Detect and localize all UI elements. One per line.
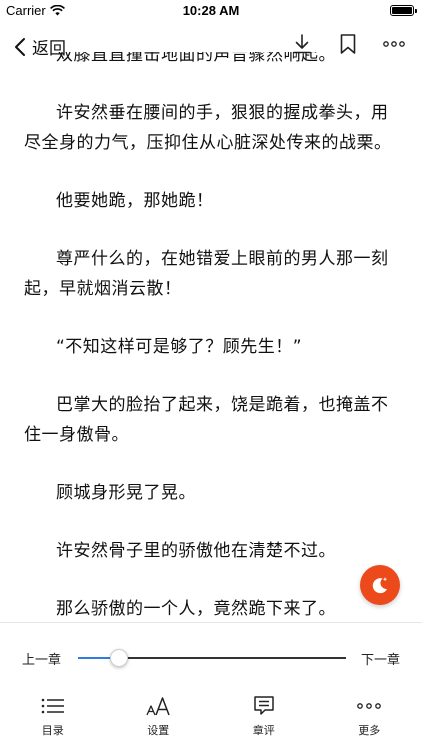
bottom-toolbar: 目录 设置 章评 更多 [0, 688, 422, 750]
paragraph: 巴掌大的脸抬了起来，饶是跪着，也掩盖不住一身傲骨。 [24, 395, 389, 445]
prev-chapter-button[interactable]: 上一章 [22, 649, 61, 668]
battery-icon [390, 5, 417, 16]
divider [0, 622, 422, 623]
tab-label: 章评 [252, 724, 275, 737]
status-time: 10:28 AM [182, 3, 240, 18]
more-horizontal-icon [383, 41, 405, 47]
progress-slider[interactable] [78, 649, 346, 667]
more-icon [357, 703, 382, 709]
paragraph: “不知这样可是够了？顾先生！” [56, 337, 303, 357]
paragraph: 顾城身形晃了晃。 [56, 483, 196, 503]
tab-label: 目录 [41, 724, 64, 737]
tab-contents[interactable]: 目录 [0, 688, 106, 750]
tab-label: 设置 [147, 724, 170, 737]
night-mode-button[interactable] [360, 565, 400, 605]
paragraph: 尊严什么的，在她错爱上眼前的男人那一刻起，早就烟消云散！ [24, 249, 389, 299]
font-size-icon [146, 697, 170, 716]
tab-more[interactable]: 更多 [317, 688, 422, 750]
slider-thumb[interactable] [110, 649, 129, 667]
paragraph: 许安然垂在腰间的手，狠狠的握成拳头，用尽全身的力气，压抑住从心脏深处传来的战栗。 [24, 103, 392, 153]
paragraph: 双膝直直撞击地面的声音骤然响起。 [56, 52, 336, 65]
tab-comments[interactable]: 章评 [211, 688, 317, 750]
paragraph: 那么骄傲的一个人，竟然跪下来了。 [56, 599, 336, 618]
next-chapter-button[interactable]: 下一章 [361, 649, 400, 668]
moon-icon [372, 577, 388, 594]
chapter-content[interactable]: 双膝直直撞击地面的声音骤然响起。 许安然垂在腰间的手，狠狠的握成拳头，用尽全身的… [0, 52, 422, 618]
tab-settings[interactable]: 设置 [106, 688, 212, 750]
list-icon [41, 698, 64, 714]
status-bar: Carrier 10:28 AM [0, 0, 422, 22]
chapter-navigation: 上一章 下一章 [0, 640, 422, 674]
paragraph: 许安然骨子里的骄傲他在清楚不过。 [56, 541, 336, 561]
paragraph: 他要她跪，那她跪！ [56, 191, 214, 211]
tab-label: 更多 [358, 724, 381, 737]
comment-icon [254, 696, 274, 715]
